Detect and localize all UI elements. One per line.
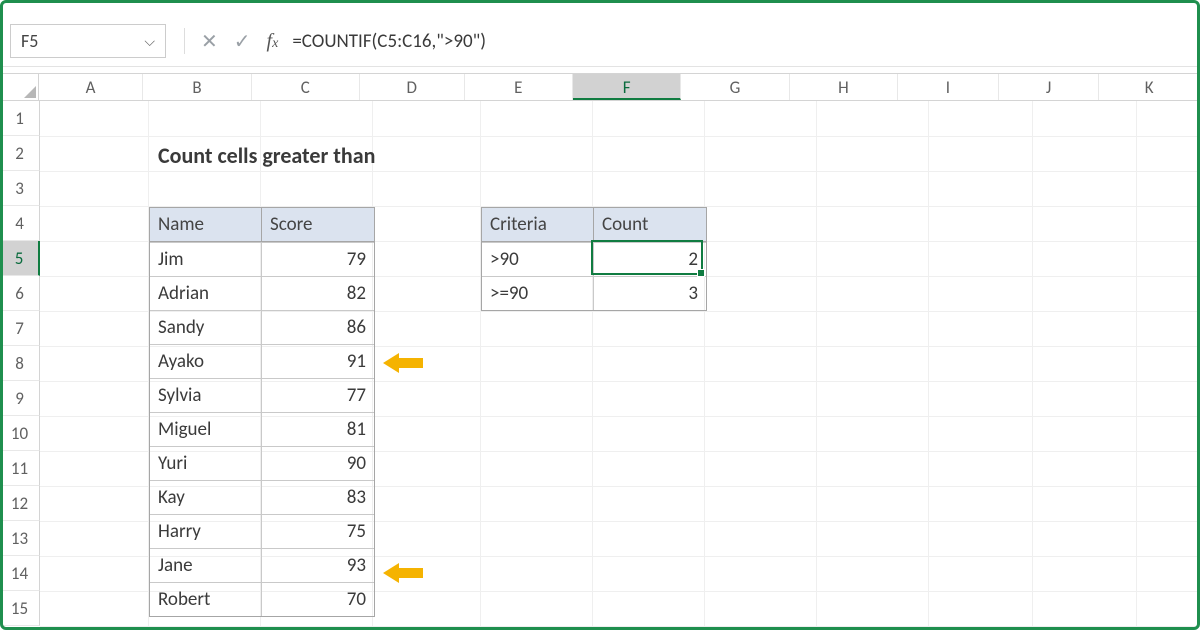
table-cell[interactable]: 79 <box>262 243 374 276</box>
table-cell[interactable]: Yuri <box>150 447 262 480</box>
row-header[interactable]: 12 <box>0 486 40 521</box>
table-cell[interactable]: Kay <box>150 481 262 514</box>
table-cell[interactable]: 3 <box>594 277 706 310</box>
column-header[interactable]: F <box>573 74 681 100</box>
column-headers: ABCDEFGHIJK <box>0 73 1200 101</box>
table-cell[interactable]: 81 <box>262 413 374 446</box>
column-header[interactable]: H <box>790 74 898 100</box>
table-cell[interactable]: 77 <box>262 379 374 412</box>
table-cell[interactable]: 86 <box>262 311 374 344</box>
row-header[interactable]: 10 <box>0 416 40 451</box>
column-header[interactable]: A <box>39 74 144 100</box>
row-header[interactable]: 13 <box>0 521 40 556</box>
name-box-value: F5 <box>21 30 38 52</box>
arrow-left-icon <box>383 563 423 583</box>
row-header[interactable]: 6 <box>0 276 40 311</box>
table-cell[interactable]: 93 <box>262 549 374 582</box>
fx-icon[interactable]: fx <box>267 30 279 53</box>
table-cell[interactable]: Jim <box>150 243 262 276</box>
chevron-down-icon[interactable]: ⌵ <box>144 33 155 50</box>
table-header[interactable]: Criteria <box>482 208 594 242</box>
column-header[interactable]: D <box>360 74 465 100</box>
row-header[interactable]: 15 <box>0 591 40 626</box>
column-header[interactable]: E <box>465 74 573 100</box>
table-header[interactable]: Name <box>150 208 262 242</box>
arrow-left-icon <box>383 353 423 373</box>
column-header[interactable]: B <box>143 74 251 100</box>
table-header[interactable]: Count <box>594 208 706 242</box>
table-cell[interactable]: 90 <box>262 447 374 480</box>
enter-icon[interactable]: ✓ <box>234 29 251 54</box>
column-header[interactable]: I <box>898 74 999 100</box>
formula-buttons: ✕ ✓ fx <box>184 28 278 54</box>
divider <box>184 28 185 54</box>
table-cell[interactable]: 75 <box>262 515 374 548</box>
data-table-criteria: CriteriaCount>902>=903 <box>481 207 707 311</box>
row-header[interactable]: 8 <box>0 346 40 381</box>
page-title: Count cells greater than <box>152 138 552 173</box>
table-cell[interactable]: Harry <box>150 515 262 548</box>
formula-bar: F5 ⌵ ✕ ✓ fx =COUNTIF(C5:C16,">90") <box>10 22 1190 60</box>
table-cell[interactable]: 70 <box>262 583 374 616</box>
row-header[interactable]: 11 <box>0 451 40 486</box>
table-cell[interactable]: Adrian <box>150 277 262 310</box>
row-headers: 123456789101112131415 <box>0 101 40 626</box>
table-cell[interactable]: 83 <box>262 481 374 514</box>
row-header[interactable]: 4 <box>0 206 40 241</box>
table-cell[interactable]: Sylvia <box>150 379 262 412</box>
column-header[interactable]: C <box>252 74 360 100</box>
row-header[interactable]: 7 <box>0 311 40 346</box>
table-header[interactable]: Score <box>262 208 374 242</box>
table-cell[interactable]: 91 <box>262 345 374 378</box>
row-header[interactable]: 9 <box>0 381 40 416</box>
table-cell[interactable]: Sandy <box>150 311 262 344</box>
row-header[interactable]: 5 <box>0 241 40 276</box>
table-cell[interactable]: Ayako <box>150 345 262 378</box>
formula-input[interactable]: =COUNTIF(C5:C16,">90") <box>278 30 1190 53</box>
cancel-icon[interactable]: ✕ <box>201 29 218 54</box>
table-cell[interactable]: 82 <box>262 277 374 310</box>
table-cell[interactable]: Miguel <box>150 413 262 446</box>
row-header[interactable]: 3 <box>0 171 40 206</box>
table-cell[interactable]: >=90 <box>482 277 594 310</box>
table-cell[interactable]: Robert <box>150 583 262 616</box>
name-box[interactable]: F5 ⌵ <box>10 24 166 58</box>
column-header[interactable]: J <box>999 74 1100 100</box>
select-all-corner[interactable] <box>0 74 39 100</box>
grid-area[interactable]: Count cells greater than NameScoreJim79A… <box>40 101 1200 630</box>
row-header[interactable]: 2 <box>0 136 40 171</box>
table-cell[interactable]: 2 <box>594 243 706 276</box>
divider <box>0 66 1200 67</box>
data-table-scores: NameScoreJim79Adrian82Sandy86Ayako91Sylv… <box>149 207 375 617</box>
column-header[interactable]: K <box>1099 74 1200 100</box>
row-header[interactable]: 14 <box>0 556 40 591</box>
table-cell[interactable]: >90 <box>482 243 594 276</box>
column-header[interactable]: G <box>681 74 789 100</box>
table-cell[interactable]: Jane <box>150 549 262 582</box>
row-header[interactable]: 1 <box>0 101 40 136</box>
